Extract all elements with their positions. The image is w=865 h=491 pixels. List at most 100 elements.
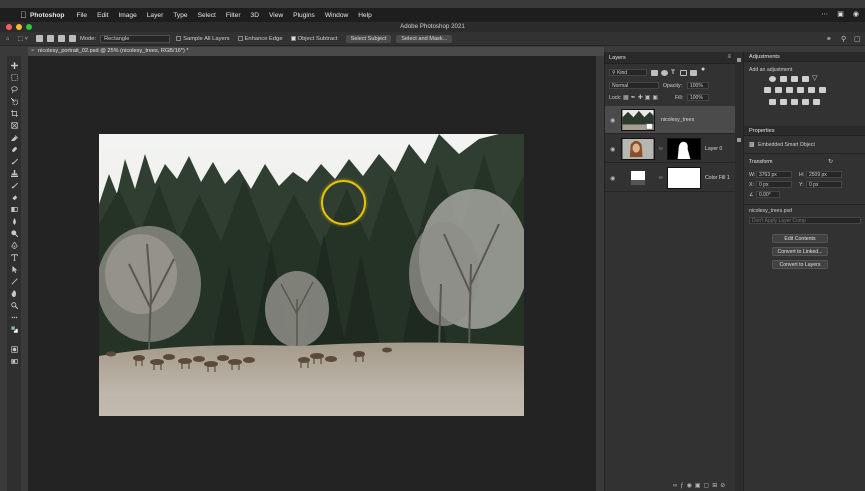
control-center-icon[interactable]: ◉ <box>853 10 859 18</box>
crop-tool-icon[interactable] <box>11 110 18 117</box>
add-selection-icon[interactable] <box>47 35 54 42</box>
pen-tool-icon[interactable] <box>11 242 18 249</box>
filter-shape-icon[interactable] <box>680 70 687 76</box>
properties-dock-icon[interactable] <box>737 138 741 142</box>
layer-mask-thumbnail[interactable] <box>667 138 701 160</box>
enhance-edge-checkbox[interactable] <box>237 36 243 41</box>
mask-link-icon[interactable]: ∞ <box>659 146 663 152</box>
levels-icon[interactable] <box>780 76 787 82</box>
filter-adjustment-icon[interactable] <box>661 70 668 76</box>
layer-row-trees[interactable]: ◉ nicolesy_trees <box>605 106 736 134</box>
search-icon[interactable]: ⚲ <box>841 35 846 43</box>
panel-menu-icon[interactable]: ≡ <box>727 54 731 60</box>
menu-select[interactable]: Select <box>198 12 216 19</box>
menu-help[interactable]: Help <box>358 12 372 19</box>
convert-to-layers-button[interactable]: Convert to Layers <box>772 260 828 269</box>
filter-pixel-icon[interactable] <box>651 70 658 76</box>
marquee-tool-icon[interactable] <box>11 74 18 81</box>
intersect-selection-icon[interactable] <box>69 35 76 42</box>
visibility-eye-icon[interactable]: ◉ <box>610 175 615 182</box>
edit-toolbar-icon[interactable] <box>11 314 18 321</box>
filter-smart-object-icon[interactable] <box>690 70 697 76</box>
color-lookup-icon[interactable] <box>819 87 826 93</box>
collapse-panels-icon[interactable] <box>737 58 741 62</box>
lock-icons[interactable]: ▦✒✚▣▣ <box>623 94 660 101</box>
layer-name-trees[interactable]: nicolesy_trees <box>661 117 694 123</box>
healing-brush-tool-icon[interactable] <box>11 146 18 153</box>
angle-field[interactable]: 0.00° <box>756 191 780 198</box>
layers-footer-icons[interactable]: ∞ƒ◉▣▢⊞⊘ <box>673 482 728 489</box>
menu-edit[interactable]: Edit <box>97 12 108 19</box>
adjustments-tab[interactable]: Adjustments <box>749 54 780 60</box>
layer-row-layer0[interactable]: ◉ ∞ Layer 0 <box>605 135 736 163</box>
color-swatches-icon[interactable] <box>11 326 19 334</box>
blend-mode-select[interactable]: Normal <box>609 82 659 89</box>
workspace-icon[interactable]: ▢ <box>854 35 861 43</box>
properties-tab[interactable]: Properties <box>749 128 775 134</box>
fill-field[interactable]: 100% <box>687 94 709 101</box>
hand-tool-icon[interactable] <box>11 290 18 297</box>
frame-tool-icon[interactable] <box>11 122 18 129</box>
sample-all-layers-checkbox[interactable] <box>176 36 182 41</box>
eraser-tool-icon[interactable] <box>11 194 18 201</box>
menu-type[interactable]: Type <box>173 12 187 19</box>
x-field[interactable]: 0 px <box>756 181 792 188</box>
layer-name-layer0[interactable]: Layer 0 <box>705 146 722 152</box>
menu-app-name[interactable]: Photoshop <box>30 12 64 19</box>
home-icon[interactable]: ⌂ <box>6 36 10 42</box>
object-selection-tool-icon[interactable]: ⬚ ˅ <box>18 36 28 42</box>
y-field[interactable]: 0 px <box>806 181 842 188</box>
apple-icon[interactable]:  <box>20 10 30 20</box>
photo-filter-icon[interactable] <box>797 87 804 93</box>
convert-to-linked-button[interactable]: Convert to Linked... <box>772 247 828 256</box>
vibrance-icon[interactable]: ▽ <box>812 74 817 82</box>
gradient-tool-icon[interactable] <box>11 206 18 213</box>
screen-mode-icon[interactable] <box>11 358 18 365</box>
lasso-tool-icon[interactable] <box>11 86 18 93</box>
share-icon[interactable]: ⚭ <box>826 35 832 43</box>
threshold-icon[interactable] <box>791 99 798 105</box>
object-subtract-checkbox[interactable] <box>290 36 296 41</box>
mode-select[interactable]: Rectangle <box>100 34 171 43</box>
color-fill-mask-thumbnail[interactable] <box>667 167 701 189</box>
layers-tab[interactable]: Layers <box>609 55 626 61</box>
history-brush-tool-icon[interactable] <box>11 182 18 189</box>
select-subject-button[interactable]: Select Subject <box>345 34 392 43</box>
mask-link-icon[interactable]: ∞ <box>659 175 663 181</box>
color-fill-swatch[interactable] <box>631 171 645 185</box>
menu-3d[interactable]: 3D <box>251 12 259 19</box>
menu-image[interactable]: Image <box>118 12 136 19</box>
menu-window[interactable]: Window <box>325 12 348 19</box>
opacity-field[interactable]: 100% <box>687 82 709 89</box>
zoom-tool-icon[interactable] <box>11 302 18 309</box>
eyedropper-tool-icon[interactable] <box>11 134 18 141</box>
select-and-mask-button[interactable]: Select and Mask... <box>396 34 453 43</box>
menu-view[interactable]: View <box>269 12 283 19</box>
reset-transform-icon[interactable]: ↻ <box>828 158 833 165</box>
width-field[interactable]: 3763 px <box>756 171 792 178</box>
close-tab-icon[interactable]: × <box>31 48 34 54</box>
clone-stamp-tool-icon[interactable] <box>11 170 18 177</box>
document-tab[interactable]: × nicolesy_portrait_02.psd @ 25% (nicole… <box>28 47 604 56</box>
dodge-tool-icon[interactable] <box>11 230 18 237</box>
layer-comp-select[interactable]: Don't Apply Layer Comp <box>749 217 861 224</box>
brush-tool-icon[interactable] <box>11 158 18 165</box>
object-selection-tool-icon[interactable] <box>11 98 18 105</box>
display-icon[interactable]: ▣ <box>837 10 844 18</box>
path-selection-tool-icon[interactable] <box>11 266 18 273</box>
curves-icon[interactable] <box>791 76 798 82</box>
menu-layer[interactable]: Layer <box>147 12 164 19</box>
move-tool-icon[interactable] <box>11 62 18 69</box>
brightness-contrast-icon[interactable] <box>769 76 776 82</box>
color-balance-icon[interactable] <box>775 87 782 93</box>
new-selection-icon[interactable] <box>36 35 43 42</box>
quick-mask-icon[interactable] <box>11 346 18 353</box>
gradient-map-icon[interactable] <box>802 99 809 105</box>
menu-file[interactable]: File <box>76 12 87 19</box>
line-tool-icon[interactable] <box>11 278 18 285</box>
filter-toggle-icon[interactable]: ● <box>701 66 705 73</box>
visibility-eye-icon[interactable]: ◉ <box>610 117 615 124</box>
filter-type-icon[interactable]: T <box>671 69 675 76</box>
edit-contents-button[interactable]: Edit Contents <box>772 234 828 243</box>
blur-tool-icon[interactable] <box>11 218 18 225</box>
